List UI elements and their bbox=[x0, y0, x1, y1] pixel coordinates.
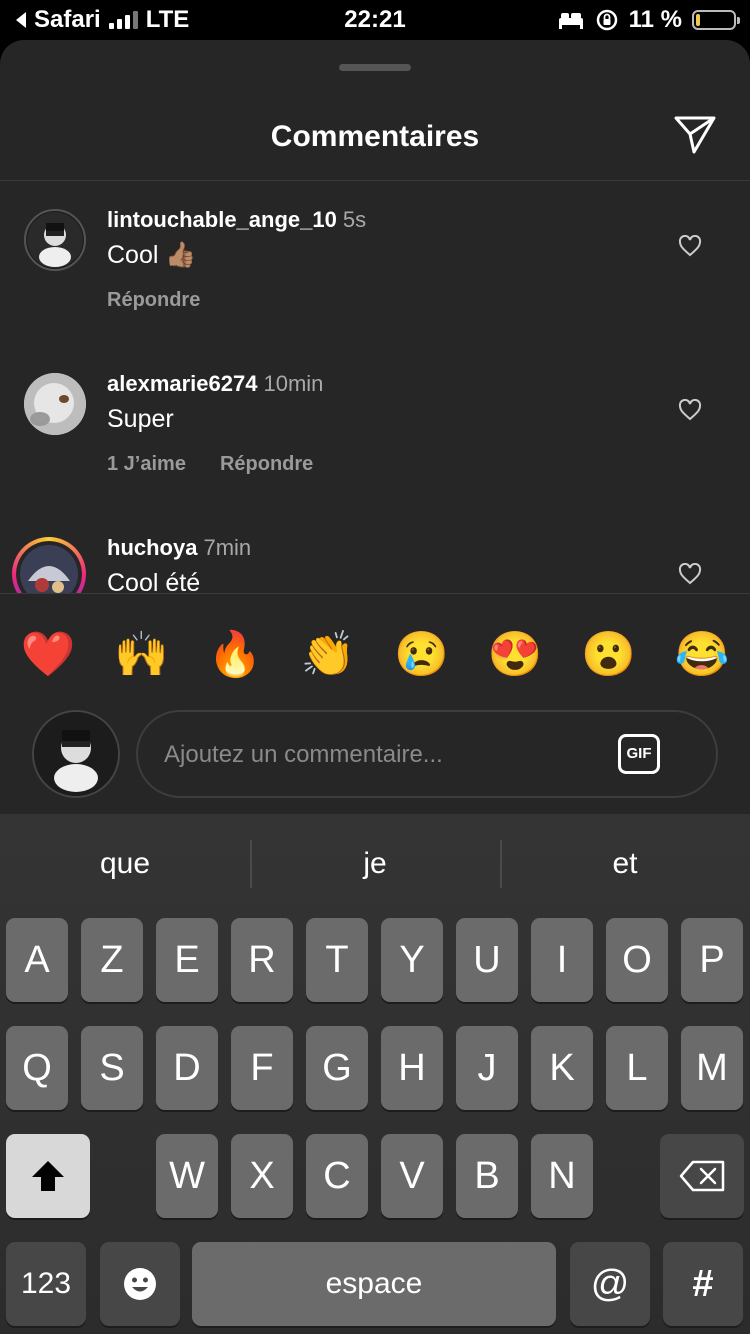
reaction-clap[interactable]: 👏 bbox=[298, 625, 358, 685]
comment-actions: 1 J’aime Répondre bbox=[107, 453, 313, 476]
key-t[interactable]: T bbox=[306, 918, 368, 1002]
suggestion-item[interactable]: que bbox=[0, 836, 250, 892]
backspace-icon bbox=[679, 1160, 725, 1192]
send-icon[interactable] bbox=[672, 112, 718, 158]
comment-username[interactable]: alexmarie6274 10min bbox=[107, 371, 323, 397]
likes-count[interactable]: 1 J’aime bbox=[107, 453, 186, 476]
story-avatar[interactable] bbox=[12, 537, 86, 593]
heart-icon[interactable] bbox=[678, 399, 702, 421]
key-n[interactable]: N bbox=[531, 1134, 593, 1218]
comment-input[interactable] bbox=[162, 712, 606, 798]
key-k[interactable]: K bbox=[531, 1026, 593, 1110]
emoji-key[interactable] bbox=[100, 1242, 180, 1326]
reaction-heart[interactable]: ❤️ bbox=[18, 625, 78, 685]
comment-item: huchoya 7min Cool été bbox=[0, 509, 750, 593]
battery-percent: 11 % bbox=[628, 6, 682, 33]
comment-composer: GIF bbox=[136, 710, 718, 798]
username-label[interactable]: huchoya bbox=[107, 535, 197, 560]
sheet-title: Commentaires bbox=[270, 120, 480, 153]
key-e[interactable]: E bbox=[156, 918, 218, 1002]
key-d[interactable]: D bbox=[156, 1026, 218, 1110]
comment-time: 5s bbox=[342, 207, 367, 232]
key-s[interactable]: S bbox=[81, 1026, 143, 1110]
reaction-surprised[interactable]: 😮 bbox=[579, 625, 639, 685]
numbers-key[interactable]: 123 bbox=[6, 1242, 86, 1326]
key-m[interactable]: M bbox=[681, 1026, 743, 1110]
sheet-grabber[interactable] bbox=[339, 64, 411, 71]
predictive-bar: que je et bbox=[0, 836, 750, 892]
battery-icon bbox=[692, 10, 740, 30]
comment-text: Cool 👍🏽 bbox=[107, 241, 197, 269]
suggestion-item[interactable]: et bbox=[500, 836, 750, 892]
avatar-image bbox=[24, 373, 86, 435]
avatar-image bbox=[34, 712, 118, 796]
comment-list[interactable]: lintouchable_ange_105s Cool 👍🏽 Répondre bbox=[0, 181, 750, 593]
key-h[interactable]: H bbox=[381, 1026, 443, 1110]
key-o[interactable]: O bbox=[606, 918, 668, 1002]
keyboard: que je et A Z E R T Y U I O P Q S D F G … bbox=[0, 814, 750, 1334]
shift-arrow-icon bbox=[32, 1161, 64, 1191]
reply-button[interactable]: Répondre bbox=[220, 453, 313, 476]
comment-text: Cool été bbox=[107, 569, 201, 593]
avatar[interactable] bbox=[24, 209, 86, 271]
composer-avatar bbox=[32, 710, 120, 798]
rotation-lock-icon bbox=[596, 9, 617, 31]
key-a[interactable]: A bbox=[6, 918, 68, 1002]
comment-item: alexmarie6274 10min Super 1 J’aime Répond… bbox=[0, 345, 750, 495]
reaction-raised-hands[interactable]: 🙌 bbox=[111, 625, 171, 685]
reaction-laughing[interactable]: 😂 bbox=[672, 625, 732, 685]
avatar-image bbox=[27, 212, 83, 268]
username-label[interactable]: alexmarie6274 bbox=[107, 371, 257, 396]
reaction-fire[interactable]: 🔥 bbox=[205, 625, 265, 685]
key-g[interactable]: G bbox=[306, 1026, 368, 1110]
comment-time: 10min bbox=[263, 371, 324, 396]
username-label[interactable]: lintouchable_ange_10 bbox=[107, 207, 337, 232]
status-bar: Safari LTE 22:21 11 % bbox=[0, 0, 750, 40]
reactions-divider bbox=[0, 593, 750, 594]
suggestion-item[interactable]: je bbox=[250, 836, 500, 892]
key-x[interactable]: X bbox=[231, 1134, 293, 1218]
key-p[interactable]: P bbox=[681, 918, 743, 1002]
heart-icon[interactable] bbox=[678, 563, 702, 585]
reaction-heart-eyes[interactable]: 😍 bbox=[485, 625, 545, 685]
key-f[interactable]: F bbox=[231, 1026, 293, 1110]
reply-button[interactable]: Répondre bbox=[107, 289, 200, 312]
comment-username[interactable]: huchoya 7min bbox=[107, 535, 251, 561]
backspace-key[interactable] bbox=[660, 1134, 744, 1218]
emoji-icon bbox=[124, 1268, 156, 1300]
avatar-image bbox=[16, 541, 82, 593]
status-right: 11 % bbox=[557, 6, 740, 34]
comment-username[interactable]: lintouchable_ange_10 5s bbox=[107, 207, 366, 233]
comments-sheet: Commentaires lintouchable_ange_10 5s Cool… bbox=[0, 40, 750, 814]
key-c[interactable]: C bbox=[306, 1134, 368, 1218]
comment-time: 7min bbox=[203, 535, 252, 560]
gif-button[interactable]: GIF bbox=[618, 734, 660, 774]
space-key[interactable]: espace bbox=[192, 1242, 556, 1326]
key-i[interactable]: I bbox=[531, 918, 593, 1002]
key-z[interactable]: Z bbox=[81, 918, 143, 1002]
key-v[interactable]: V bbox=[381, 1134, 443, 1218]
heart-icon[interactable] bbox=[678, 235, 702, 257]
quick-reactions: ❤️ 🙌 🔥 👏 😢 😍 😮 😂 bbox=[18, 625, 732, 685]
bed-icon bbox=[558, 13, 583, 29]
hash-key[interactable]: # bbox=[663, 1242, 743, 1326]
comment-item: lintouchable_ange_10 5s Cool 👍🏽 Répondre bbox=[0, 181, 750, 331]
key-w[interactable]: W bbox=[156, 1134, 218, 1218]
shift-key[interactable] bbox=[6, 1134, 90, 1218]
key-b[interactable]: B bbox=[456, 1134, 518, 1218]
key-j[interactable]: J bbox=[456, 1026, 518, 1110]
avatar[interactable] bbox=[24, 373, 86, 435]
at-key[interactable]: @ bbox=[570, 1242, 650, 1326]
reaction-crying[interactable]: 😢 bbox=[392, 625, 452, 685]
key-q[interactable]: Q bbox=[6, 1026, 68, 1110]
comment-text: Super bbox=[107, 405, 174, 433]
key-r[interactable]: R bbox=[231, 918, 293, 1002]
key-u[interactable]: U bbox=[456, 918, 518, 1002]
key-l[interactable]: L bbox=[606, 1026, 668, 1110]
comment-actions: Répondre bbox=[107, 289, 200, 312]
key-y[interactable]: Y bbox=[381, 918, 443, 1002]
